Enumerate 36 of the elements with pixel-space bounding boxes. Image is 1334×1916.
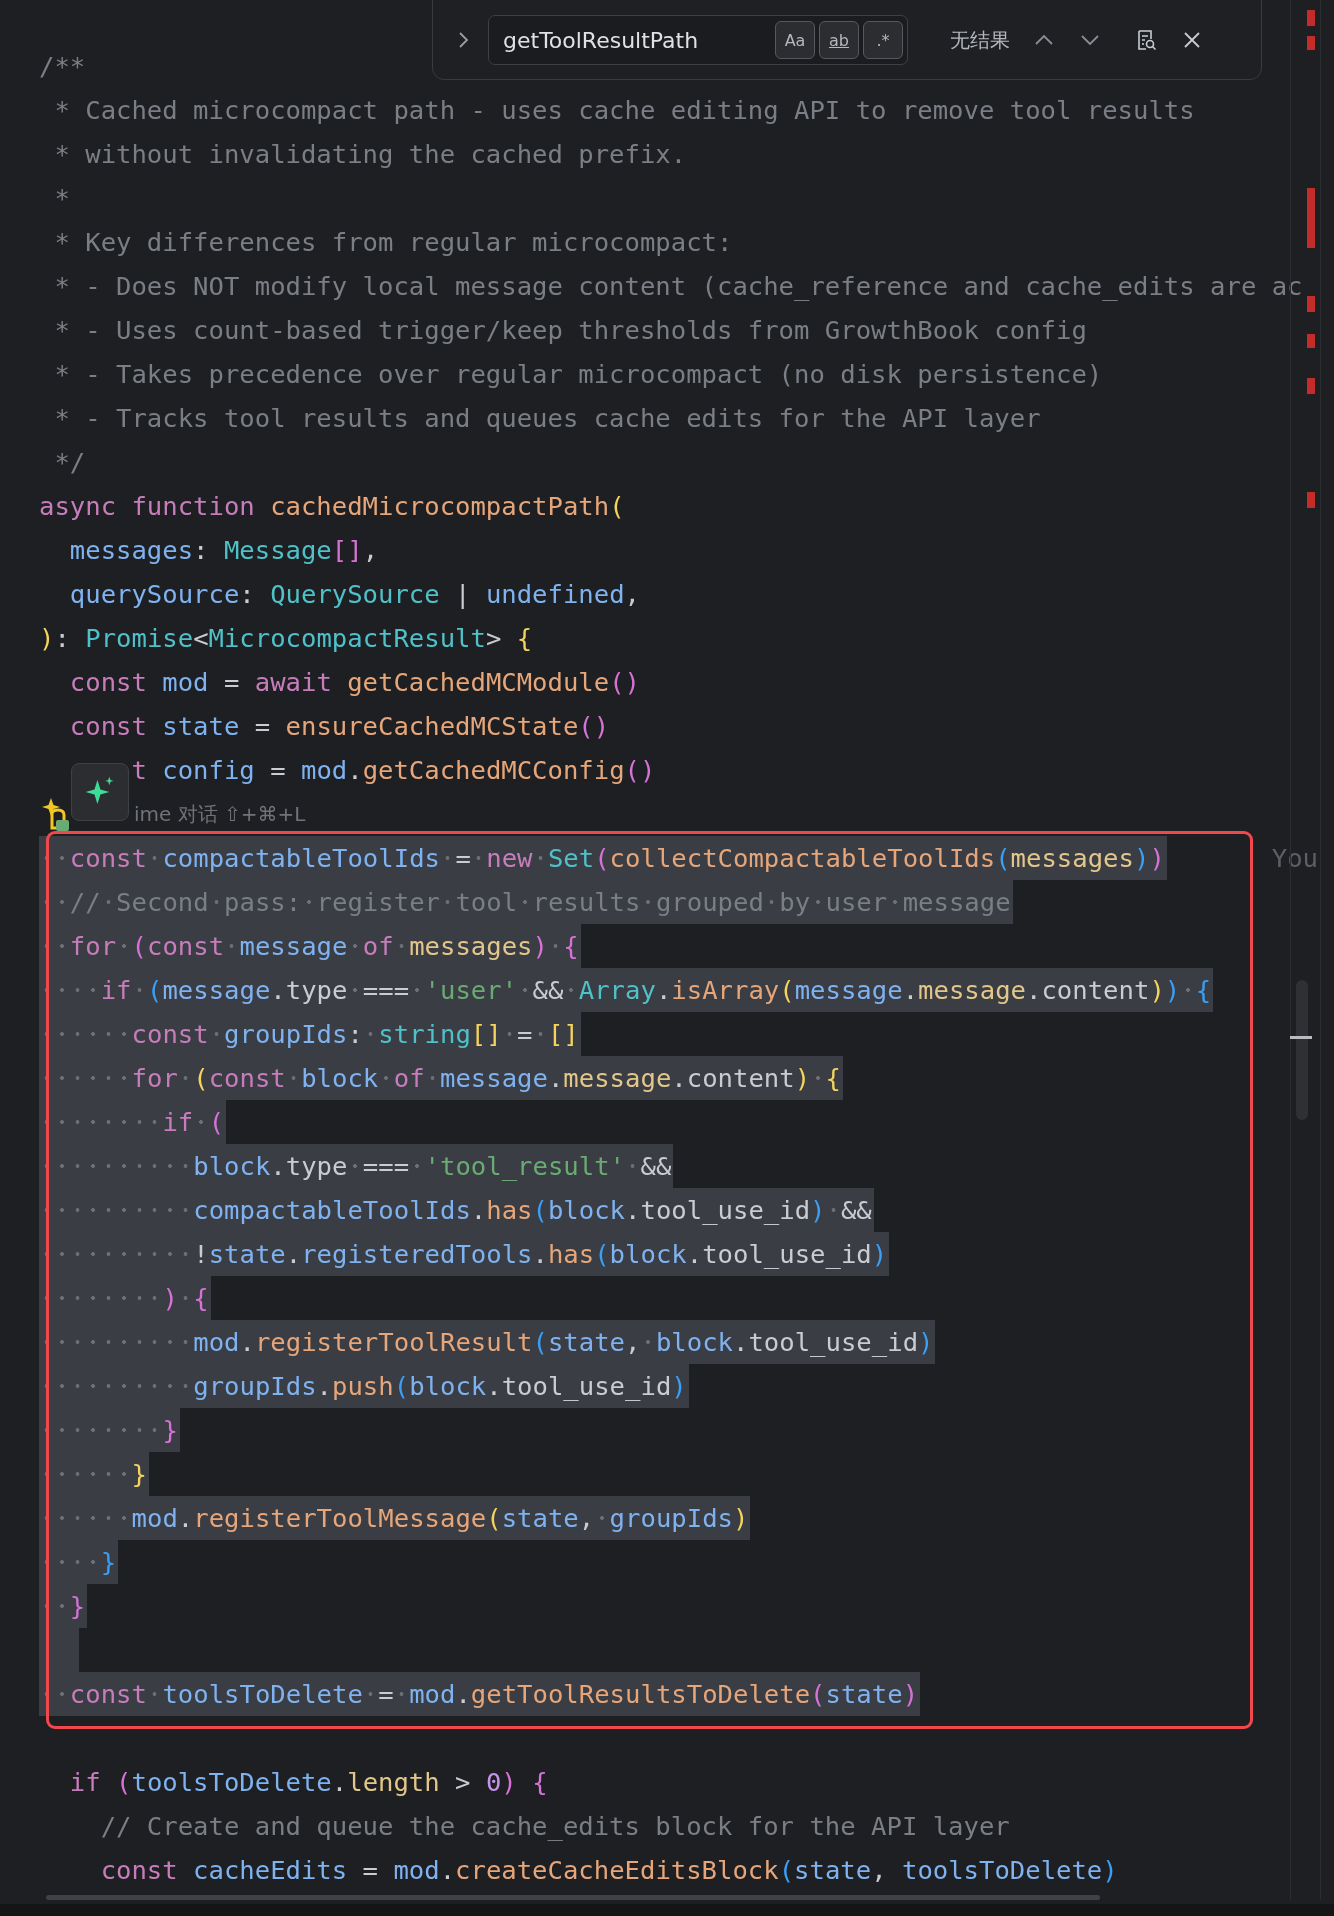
error-marker (1307, 378, 1315, 394)
code-line: * - Tracks tool results and queues cache edits for the API layer (53, 402, 1042, 435)
ai-popup-button[interactable] (71, 763, 129, 821)
code-line: * - Uses count-based trigger/keep thresholds from GrowthBook config (53, 314, 1088, 347)
code-line: const mod = await getCachedMCModule() (68, 666, 641, 699)
code-line: messages: Message[], (68, 534, 380, 567)
error-marker (1307, 188, 1315, 248)
code-line: * without invalidating the cached prefix. (53, 138, 688, 171)
code-line: ): Promise<MicrocompactResult> { (39, 622, 534, 655)
code-line: * - Takes precedence over regular microcompact (no disk persistence) (53, 358, 1104, 391)
code-line: const cacheEdits = mod.createCacheEditsBlock(state, toolsToDelete) (99, 1854, 1119, 1887)
code-line: t config = mod.getCachedMCConfig() (130, 754, 657, 787)
match-case-toggle[interactable]: Aa (775, 21, 815, 59)
code-line: * Key differences from regular microcompact: (53, 226, 734, 259)
code-line: if (toolsToDelete.length > 0) { (68, 1766, 549, 1799)
horizontal-scrollbar[interactable] (46, 1895, 1100, 1900)
code-line: const state = ensureCachedMCState() (68, 710, 611, 743)
code-line: querySource: QuerySource | undefined, (68, 578, 641, 611)
search-field[interactable]: getToolResultPath Aa ab .* (488, 15, 908, 65)
code-line: async function cachedMicrocompactPath( (39, 490, 626, 523)
code-line: * (53, 182, 71, 215)
error-marker (1307, 492, 1315, 508)
error-marker (1307, 334, 1315, 348)
error-marker (1307, 296, 1315, 312)
scrollbar[interactable] (1290, 980, 1312, 1120)
search-status: 无结果 (950, 26, 1010, 54)
code-line: */ (53, 446, 87, 479)
error-marker (1307, 10, 1315, 26)
whole-word-toggle[interactable]: ab (819, 21, 859, 59)
regex-toggle[interactable]: .* (863, 21, 903, 59)
error-marker (1307, 36, 1315, 50)
inline-blame-text: You (1271, 843, 1318, 873)
code-line: // Create and queue the cache_edits block for the API layer (99, 1810, 1011, 1843)
hint-text: ime 对话 ⇧+⌘+L (134, 800, 306, 828)
code-line: * Cached microcompact path - uses cache editing API to remove tool results (53, 94, 1196, 127)
code-line: /** (39, 50, 87, 83)
